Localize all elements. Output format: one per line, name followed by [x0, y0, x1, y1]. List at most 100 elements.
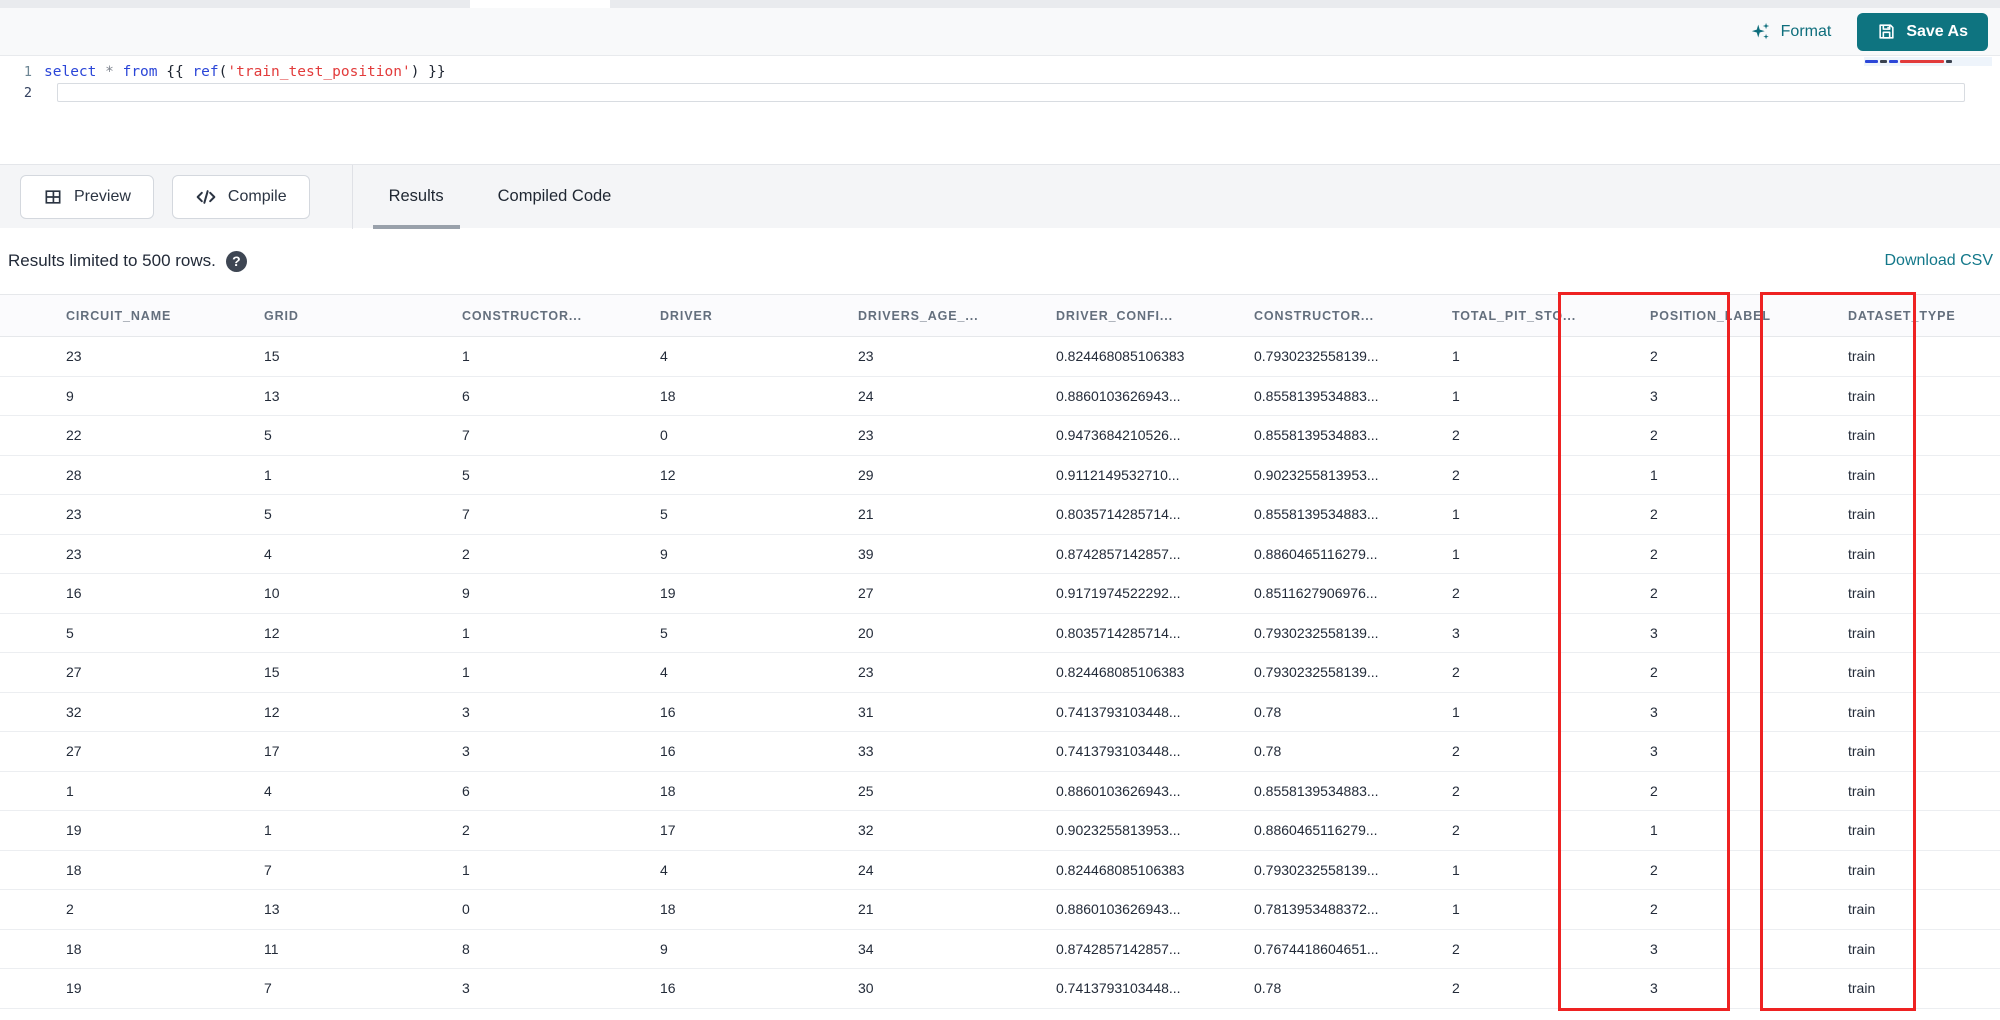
table-cell: 3: [462, 980, 470, 997]
table-cell: 21: [858, 901, 874, 918]
results-table: CIRCUIT_NAME GRID CONSTRUCTOR... DRIVER DRIV…: [0, 292, 2000, 1011]
table-cell: 1: [462, 861, 470, 878]
table-cell: 1: [1650, 466, 1658, 483]
table-cell: 7: [462, 427, 470, 444]
table-cell: 2: [1650, 427, 1658, 444]
table-cell: 31: [858, 703, 874, 720]
help-icon[interactable]: ?: [225, 250, 247, 272]
table-cell: 0.8742857142857...: [1056, 545, 1181, 562]
table-cell: 5: [660, 624, 668, 641]
table-cell: 0.824468085106383: [1056, 861, 1185, 878]
table-cell: 9: [660, 545, 668, 562]
download-csv-link[interactable]: Download CSV: [1885, 252, 1994, 270]
table-cell: 1: [1452, 387, 1460, 404]
table-row: 27 15 1 4 23 0.824468085106383 0.7930232558139…: [0, 653, 2000, 693]
preview-label: Preview: [74, 187, 131, 205]
column-header-position_label: POSITION_LABEL: [1650, 308, 1771, 323]
table-cell: 2: [1650, 545, 1658, 562]
table-cell: 32: [858, 822, 874, 839]
table-cell: 17: [264, 743, 280, 760]
table-cell: 1: [462, 664, 470, 681]
code-token: 'train_test_position': [227, 63, 411, 80]
table-cell: 8: [462, 940, 470, 957]
table-cell: train: [1848, 940, 1876, 957]
table-row: 9 13 6 18 24 0.8860103626943... 0.855813953488…: [0, 377, 2000, 416]
table-cell: 12: [660, 466, 676, 483]
column-header-grid: GRID: [264, 308, 299, 323]
preview-button[interactable]: Preview: [20, 174, 154, 219]
table-cell: 2: [1650, 861, 1658, 878]
table-cell: 15: [264, 664, 280, 681]
table-cell: train: [1848, 861, 1876, 878]
toolbar-divider: [351, 164, 353, 229]
save-as-button[interactable]: Save As: [1857, 12, 1988, 51]
table-row: 19 1 2 17 32 0.9023255813953... 0.886046511627…: [0, 811, 2000, 851]
table-cell: 16: [66, 585, 82, 602]
table-cell: 21: [858, 506, 874, 523]
table-cell: 0.9112149532710...: [1056, 466, 1180, 483]
table-cell: 0: [660, 427, 668, 444]
table-cell: 4: [660, 664, 668, 681]
table-cell: 0.7413793103448...: [1056, 743, 1181, 760]
table-cell: 5: [660, 506, 668, 523]
table-cell: 20: [858, 624, 874, 641]
compile-label: Compile: [227, 187, 287, 205]
table-row: 5 12 1 5 20 0.8035714285714... 0.7930232558139…: [0, 614, 2000, 653]
code-token: *: [105, 63, 114, 80]
table-cell: 2: [1650, 585, 1658, 602]
table-cell: 33: [858, 743, 874, 760]
code-token: from: [122, 63, 158, 80]
table-cell: 0.824468085106383: [1056, 348, 1185, 365]
tab-results-label: Results: [388, 187, 444, 205]
table-cell: 0.7674418604651...: [1254, 940, 1379, 957]
code-line-1[interactable]: select * from {{ ref('train_test_positio…: [44, 64, 446, 80]
sql-editor[interactable]: 1 select * from {{ ref('train_test_posit…: [0, 56, 2000, 164]
table-cell: 0.7930232558139...: [1254, 348, 1379, 365]
table-cell: 2: [1650, 348, 1658, 365]
compile-button[interactable]: Compile: [171, 174, 310, 219]
editor-toolbar: Format Save As: [0, 8, 2000, 56]
table-cell: 2: [1452, 664, 1460, 681]
table-cell: 18: [66, 861, 82, 878]
table-cell: 27: [66, 664, 82, 681]
table-cell: train: [1848, 387, 1876, 404]
table-cell: 0.9023255813953...: [1056, 822, 1181, 839]
table-cell: 23: [66, 506, 82, 523]
table-cell: 1: [1452, 901, 1460, 918]
table-cell: 0.7413793103448...: [1056, 703, 1181, 720]
table-cell: 0.8035714285714...: [1056, 506, 1181, 523]
table-cell: train: [1848, 624, 1876, 641]
table-row: 18 7 1 4 24 0.824468085106383 0.7930232558139.…: [0, 851, 2000, 890]
active-file-tab[interactable]: [470, 0, 610, 8]
table-grid-icon: [43, 187, 63, 207]
table-cell: 5: [66, 624, 74, 641]
table-cell: train: [1848, 664, 1876, 681]
table-row: 19 7 3 16 30 0.7413793103448... 0.78 2 3 train: [0, 969, 2000, 1009]
table-cell: 18: [660, 782, 676, 799]
editor-minimap[interactable]: [1864, 57, 1992, 66]
table-cell: 19: [66, 822, 82, 839]
format-button[interactable]: Format: [1750, 21, 1831, 43]
table-cell: 0.78: [1254, 743, 1282, 760]
table-cell: 30: [858, 980, 874, 997]
active-code-line[interactable]: [57, 83, 1965, 102]
results-header-row: CIRCUIT_NAME GRID CONSTRUCTOR... DRIVER DRIV…: [0, 294, 2000, 337]
table-cell: 9: [462, 585, 470, 602]
table-cell: 15: [264, 348, 280, 365]
column-header-drivers_age_: DRIVERS_AGE_...: [858, 308, 979, 323]
column-header-driver: DRIVER: [660, 308, 713, 323]
column-header-constructor: CONSTRUCTOR...: [1254, 308, 1375, 323]
table-cell: 24: [858, 861, 874, 878]
table-cell: train: [1848, 585, 1876, 602]
table-cell: 4: [660, 348, 668, 365]
tab-results[interactable]: Results: [372, 165, 460, 229]
column-header-constructor: CONSTRUCTOR...: [462, 308, 583, 323]
table-cell: 18: [66, 940, 82, 957]
table-row: 2 13 0 18 21 0.8860103626943... 0.781395348837…: [0, 890, 2000, 930]
tab-compiled-code[interactable]: Compiled Code: [488, 165, 622, 229]
table-row: 22 5 7 0 23 0.9473684210526... 0.8558139534883…: [0, 416, 2000, 456]
column-header-circuit_name: CIRCUIT_NAME: [66, 308, 172, 323]
table-cell: 23: [858, 427, 874, 444]
table-row: 23 4 2 9 39 0.8742857142857... 0.8860465116279…: [0, 535, 2000, 574]
